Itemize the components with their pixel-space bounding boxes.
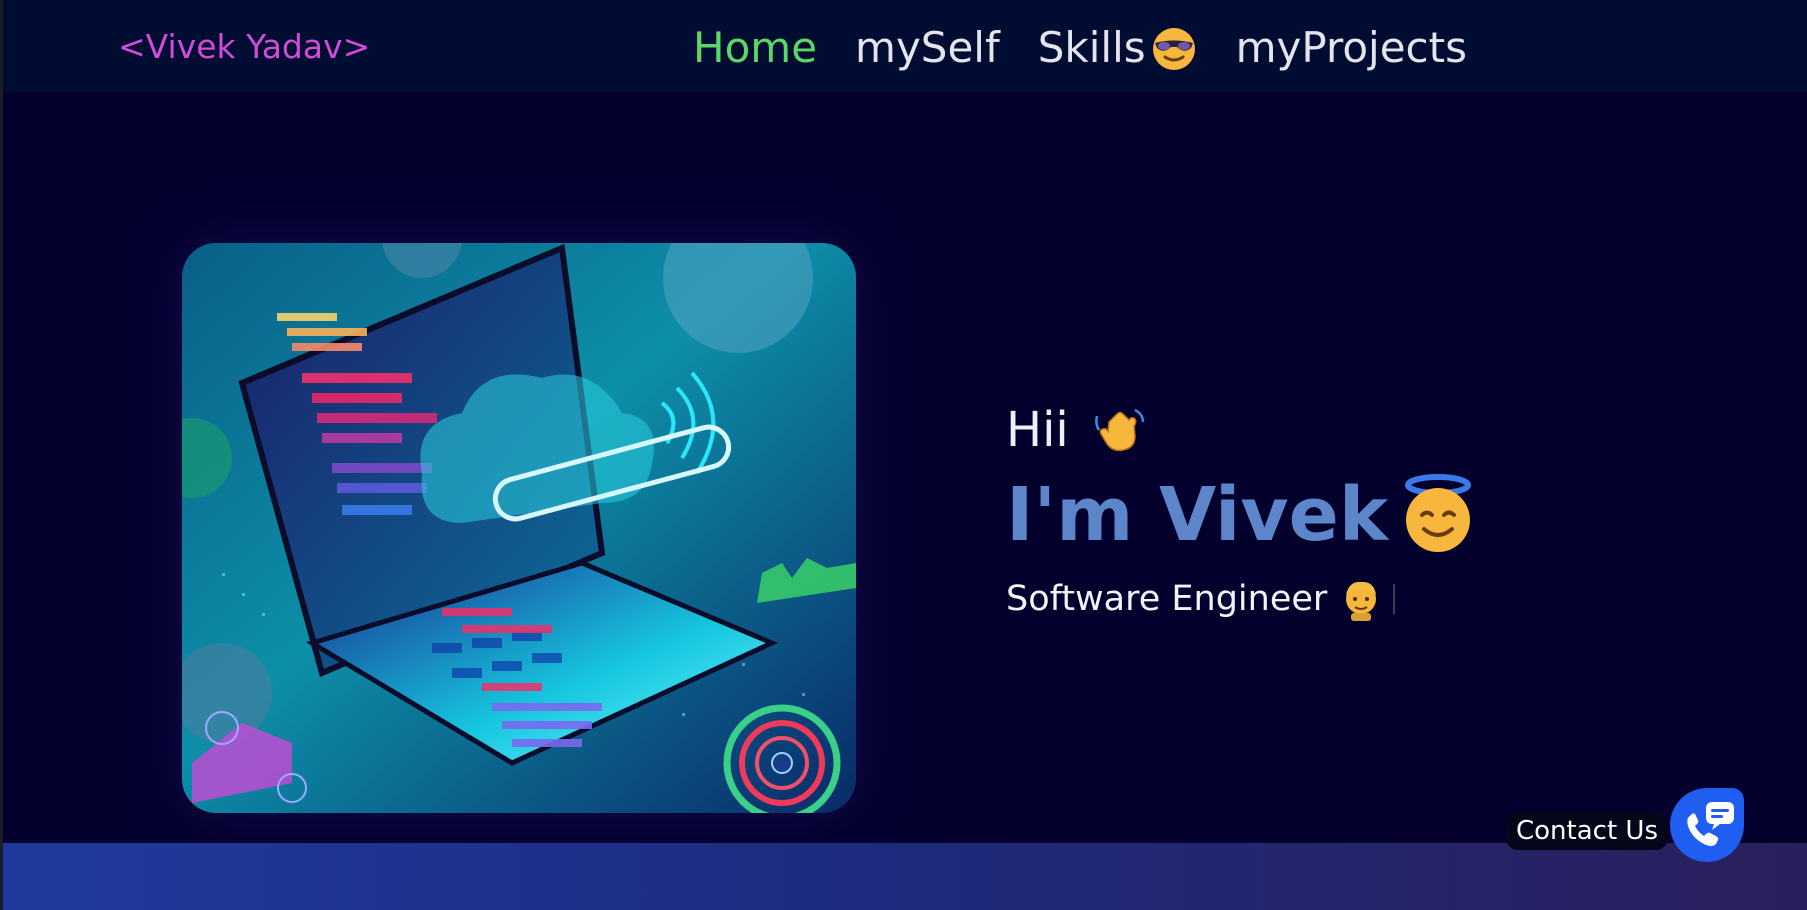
navbar: <Vivek Yadav> Home mySelf Skills myProje… bbox=[3, 0, 1807, 92]
headline-text: I'm Vivek bbox=[1006, 472, 1389, 558]
nav-item-skills[interactable]: Skills bbox=[1038, 18, 1198, 78]
contact-us-button[interactable] bbox=[1670, 788, 1744, 862]
role-text: Software Engineer bbox=[1006, 579, 1328, 619]
window-edge bbox=[0, 0, 3, 910]
nav-item-myprojects[interactable]: myProjects bbox=[1236, 18, 1467, 78]
greeting-text: Hii bbox=[1006, 402, 1069, 458]
headline: I'm Vivek bbox=[1006, 465, 1480, 565]
smiling-face-with-halo-icon bbox=[1405, 474, 1472, 552]
phone-chat-icon bbox=[1687, 802, 1734, 846]
main-nav: Home mySelf Skills myProjects bbox=[693, 18, 1505, 78]
sunglasses-face-icon bbox=[1152, 28, 1195, 70]
waving-hand-icon bbox=[1094, 408, 1145, 452]
contact-label[interactable]: Contact Us bbox=[1506, 812, 1668, 850]
next-section-band bbox=[3, 843, 1807, 910]
nav-myprojects-label: myProjects bbox=[1235, 23, 1467, 72]
greeting: Hii bbox=[1006, 398, 1147, 462]
nav-skills-label: Skills bbox=[1037, 23, 1146, 72]
person-emoji-icon bbox=[1346, 581, 1377, 621]
hero-illustration bbox=[182, 243, 856, 813]
typing-cursor bbox=[1393, 584, 1396, 614]
role-line: Software Engineer bbox=[1006, 574, 1396, 624]
nav-myself-label: mySelf bbox=[855, 23, 1000, 72]
nav-item-home[interactable]: Home bbox=[693, 18, 817, 78]
nav-item-myself[interactable]: mySelf bbox=[855, 18, 1000, 78]
brand-logo-text[interactable]: <Vivek Yadav> bbox=[118, 25, 370, 69]
nav-home-label: Home bbox=[693, 23, 818, 72]
